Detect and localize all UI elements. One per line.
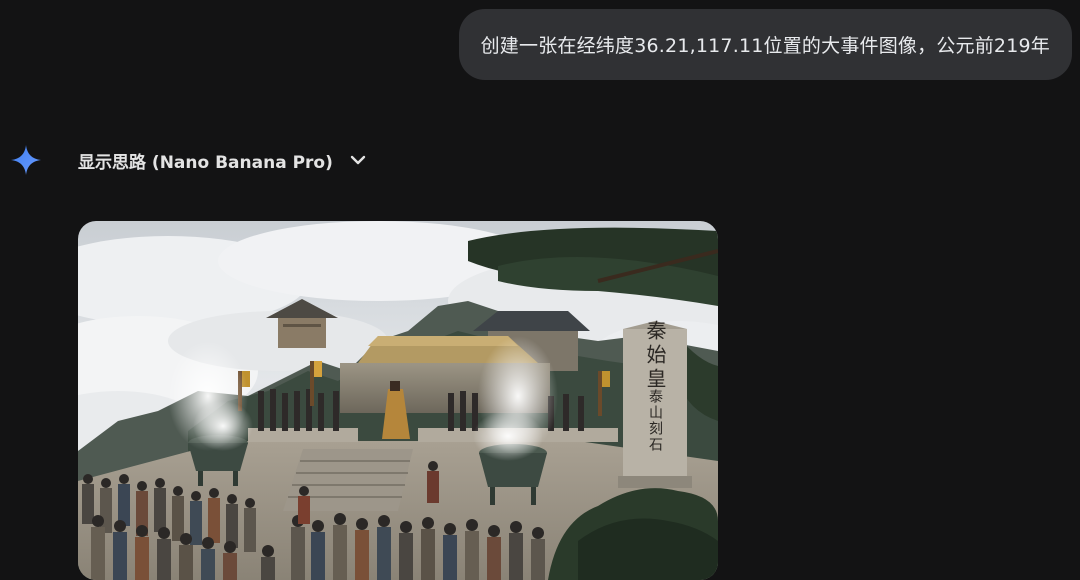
- show-thinking-label: 显示思路 (Nano Banana Pro): [78, 152, 333, 173]
- stele: 秦始皇 泰山刻石: [618, 320, 692, 488]
- stele-title: 秦始皇: [643, 320, 667, 392]
- chat-page: 创建一张在经纬度36.21,117.11位置的大事件图像，公元前219年 显示思…: [0, 0, 1080, 580]
- taishan-ceremony-illustration: 秦始皇 泰山刻石: [78, 221, 718, 580]
- generated-image[interactable]: 秦始皇 泰山刻石: [78, 221, 718, 580]
- show-thinking-toggle[interactable]: 显示思路 (Nano Banana Pro): [78, 148, 369, 173]
- user-prompt-text: 创建一张在经纬度36.21,117.11位置的大事件图像，公元前219年: [480, 35, 1050, 57]
- stele-subtitle: 泰山刻石: [647, 389, 663, 453]
- user-prompt-bubble: 创建一张在经纬度36.21,117.11位置的大事件图像，公元前219年: [458, 9, 1072, 80]
- gemini-sparkle-icon: [11, 145, 41, 175]
- chevron-down-icon[interactable]: [347, 149, 369, 171]
- model-response-header: 显示思路 (Nano Banana Pro): [10, 140, 369, 180]
